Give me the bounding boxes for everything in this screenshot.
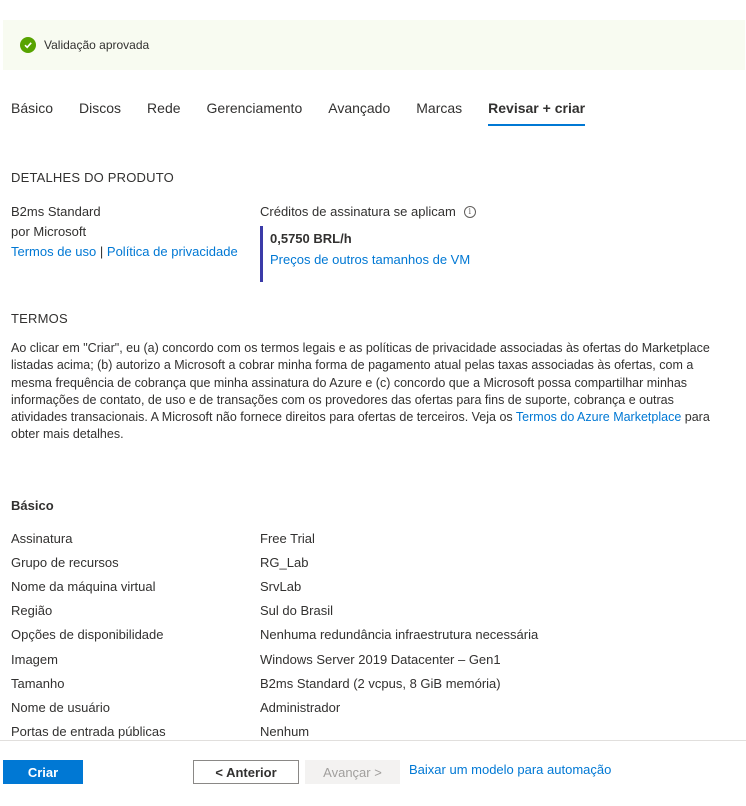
summary-row: Tamanho B2ms Standard (2 vcpus, 8 GiB me… [11,671,731,695]
tab-discos[interactable]: Discos [79,100,121,126]
product-publisher: por Microsoft [11,224,87,239]
summary-row: Nome de usuário Administrador [11,695,731,719]
summary-value: B2ms Standard (2 vcpus, 8 GiB memória) [260,675,501,691]
summary-row: Imagem Windows Server 2019 Datacenter – … [11,647,731,671]
summary-label: Nome de usuário [11,699,110,715]
summary-label: Opções de disponibilidade [11,627,164,643]
summary-row: Assinatura Free Trial [11,526,731,550]
other-sizes-link[interactable]: Preços de outros tamanhos de VM [270,252,470,267]
download-template-link[interactable]: Baixar um modelo para automação [409,762,611,777]
summary-label: Nome da máquina virtual [11,578,156,594]
tab-avancado[interactable]: Avançado [328,100,390,126]
tab-marcas[interactable]: Marcas [416,100,462,126]
tab-revisar-criar[interactable]: Revisar + criar [488,100,585,126]
validation-banner: Validação aprovada [3,20,745,70]
summary-row: Região Sul do Brasil [11,599,731,623]
summary-label: Assinatura [11,530,73,546]
pricing-panel: Créditos de assinatura se aplicam i 0,57… [260,203,560,282]
price-value: 0,5750 BRL/h [270,231,352,246]
summary-value: Nenhum [260,724,310,740]
summary-value: Administrador [260,699,341,715]
checkmark-circle-icon [20,37,36,53]
info-icon[interactable]: i [463,206,476,218]
summary-label: Portas de entrada públicas [11,724,166,740]
summary-row: Nome da máquina virtual SrvLab [11,574,731,598]
summary-value: Nenhuma redundância infraestrutura neces… [260,627,539,643]
summary-label: Imagem [11,651,58,667]
terms-heading: TERMOS [11,311,68,326]
footer-divider [0,740,746,741]
privacy-policy-link[interactable]: Política de privacidade [107,244,238,259]
credits-text: Créditos de assinatura se aplicam [260,204,456,219]
price-box: 0,5750 BRL/h Preços de outros tamanhos d… [260,226,560,282]
product-details-heading: DETALHES DO PRODUTO [11,170,174,185]
summary-row: Grupo de recursos RG_Lab [11,550,731,574]
link-separator: | [99,244,104,259]
azure-marketplace-terms-link[interactable]: Termos do Azure Marketplace [516,410,681,424]
summary-value: RG_Lab [260,554,309,570]
summary-value: SrvLab [260,578,302,594]
product-info: B2ms Standard por Microsoft Termos de us… [11,202,251,262]
create-button[interactable]: Criar [3,760,83,784]
next-button[interactable]: Avançar > [305,760,400,784]
summary-label: Tamanho [11,675,65,691]
summary-section-title: Básico [11,498,54,513]
tab-basico[interactable]: Básico [11,100,53,126]
summary-table: Assinatura Free Trial Grupo de recursos … [11,526,731,744]
terms-of-use-link[interactable]: Termos de uso [11,244,96,259]
summary-value: Sul do Brasil [260,603,333,619]
tab-gerenciamento[interactable]: Gerenciamento [207,100,303,126]
validation-text: Validação aprovada [44,38,150,52]
terms-paragraph: Ao clicar em "Criar", eu (a) concordo co… [11,340,731,444]
summary-label: Grupo de recursos [11,554,119,570]
product-name: B2ms Standard [11,204,101,219]
tab-rede[interactable]: Rede [147,100,180,126]
tab-bar: Básico Discos Rede Gerenciamento Avançad… [11,100,611,126]
summary-label: Região [11,603,53,619]
summary-value: Windows Server 2019 Datacenter – Gen1 [260,651,501,667]
summary-row: Opções de disponibilidade Nenhuma redund… [11,623,731,647]
previous-button[interactable]: < Anterior [193,760,299,784]
summary-value: Free Trial [260,530,315,546]
